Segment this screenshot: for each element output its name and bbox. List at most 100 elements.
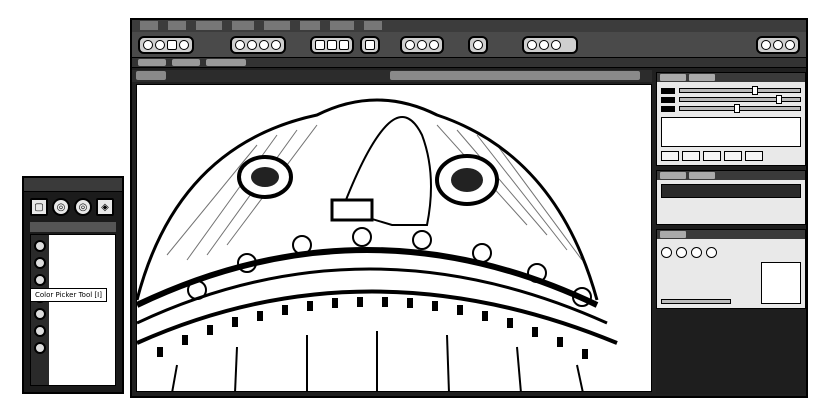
rotate-view-icon[interactable]: [706, 247, 717, 258]
brush-presets: [661, 151, 801, 161]
copy-icon[interactable]: [247, 39, 257, 50]
navigator-controls: [661, 247, 801, 258]
brush-panel-tabs: [657, 73, 805, 82]
smudge-tool-icon[interactable]: [34, 308, 46, 320]
brush-preset[interactable]: [661, 151, 679, 161]
layer-icon[interactable]: [365, 39, 375, 50]
dome-artwork: [137, 98, 618, 391]
save-icon[interactable]: [167, 39, 177, 50]
guides-icon[interactable]: [339, 39, 349, 50]
zoom-in-icon[interactable]: [676, 247, 687, 258]
pressure-curve-graph[interactable]: [661, 117, 801, 147]
layer-tools-icon[interactable]: [360, 35, 380, 54]
menu-help[interactable]: [364, 21, 382, 30]
brush-flow-slider[interactable]: [661, 104, 801, 113]
redo-icon[interactable]: [271, 39, 281, 50]
paste-icon[interactable]: [259, 39, 269, 50]
fit-view-icon[interactable]: [691, 247, 702, 258]
brush-preset[interactable]: [745, 151, 763, 161]
drawing-canvas[interactable]: [136, 84, 652, 392]
layers-tab[interactable]: [660, 172, 686, 179]
color-picker-tooltip: Color Picker Tool [I]: [30, 288, 107, 302]
menu-select[interactable]: [264, 21, 290, 30]
cut-icon[interactable]: [235, 39, 245, 50]
fg-color-icon[interactable]: [527, 39, 537, 50]
oculus-window-left: [237, 155, 293, 199]
brush-panel-body: [657, 82, 805, 165]
window-tools-icon[interactable]: [756, 35, 800, 54]
slider-knob[interactable]: [752, 86, 758, 95]
mirror-icon[interactable]: [429, 39, 439, 50]
slider-knob[interactable]: [776, 95, 782, 104]
close-icon[interactable]: [785, 39, 795, 50]
slider-knob[interactable]: [734, 104, 740, 113]
option-mode[interactable]: [138, 59, 166, 66]
navigator-panel: [656, 229, 806, 309]
oculus-window-right: [435, 154, 499, 206]
selection-tool-icon[interactable]: [34, 342, 46, 354]
navigator-tab[interactable]: [660, 231, 686, 238]
open-icon[interactable]: [155, 39, 165, 50]
brush-tab[interactable]: [660, 74, 686, 81]
pencil-tool-icon[interactable]: [34, 240, 46, 252]
ruler-icon[interactable]: [327, 39, 337, 50]
brush-preset-icon[interactable]: [473, 39, 483, 50]
option-opacity[interactable]: [206, 59, 246, 66]
brush-settings-panel: [656, 72, 806, 166]
tool-options-bar: [132, 58, 806, 68]
menu-window[interactable]: [330, 21, 354, 30]
brush-size-slider[interactable]: [661, 86, 801, 95]
eraser-tool-icon[interactable]: [34, 257, 46, 269]
brush-preset[interactable]: [724, 151, 742, 161]
new-icon[interactable]: [143, 39, 153, 50]
layers-panel: [656, 170, 806, 225]
swap-color-icon[interactable]: [551, 39, 561, 50]
brush-opacity-slider[interactable]: [661, 95, 801, 104]
brush-preset[interactable]: [682, 151, 700, 161]
layers-panel-tabs: [657, 171, 805, 180]
zoom-out-icon[interactable]: [661, 247, 672, 258]
channels-tab[interactable]: [689, 172, 715, 179]
brush-preset[interactable]: [703, 151, 721, 161]
menu-file[interactable]: [140, 21, 158, 30]
brush-icon[interactable]: ▢: [30, 198, 48, 216]
rotate-canvas-icon[interactable]: [417, 39, 427, 50]
rotate-icon[interactable]: ◈: [96, 198, 114, 216]
hand-icon[interactable]: ◎: [74, 198, 92, 216]
menu-image[interactable]: [196, 21, 222, 30]
blur-tool-icon[interactable]: [34, 325, 46, 337]
brush-tools-icon[interactable]: [468, 35, 488, 54]
tool-palette-titlebar[interactable]: [24, 178, 122, 192]
file-tools-icon[interactable]: [138, 35, 194, 54]
document-info-bar: [390, 71, 640, 80]
right-dock: [656, 72, 806, 394]
tool-icon-column: [31, 235, 49, 385]
transform-tools-icon[interactable]: [400, 35, 444, 54]
option-size[interactable]: [172, 59, 200, 66]
view-tools-icon[interactable]: [310, 35, 354, 54]
layer-row[interactable]: [661, 184, 801, 198]
document-tabs: [132, 70, 652, 82]
menu-layer[interactable]: [232, 21, 254, 30]
minimize-icon[interactable]: [761, 39, 771, 50]
tool-palette: ▢ ◎ ◎ ◈: [22, 176, 124, 394]
undo-icon[interactable]: [179, 39, 189, 50]
grid-icon[interactable]: [315, 39, 325, 50]
color-tools-icon[interactable]: [522, 35, 578, 54]
layer-list: [657, 180, 805, 224]
maximize-icon[interactable]: [773, 39, 783, 50]
menu-edit[interactable]: [168, 21, 186, 30]
color-picker-tool-icon[interactable]: [34, 274, 46, 286]
document-tab[interactable]: [136, 71, 166, 80]
navigator-body: [657, 239, 805, 308]
zoom-icon[interactable]: ◎: [52, 198, 70, 216]
color-tab[interactable]: [689, 74, 715, 81]
navigator-preview-row: [661, 262, 801, 304]
menu-view[interactable]: [300, 21, 320, 30]
bg-color-icon[interactable]: [539, 39, 549, 50]
flip-icon[interactable]: [405, 39, 415, 50]
menu-bar: [132, 20, 806, 32]
navigator-thumbnail[interactable]: [761, 262, 801, 304]
zoom-slider[interactable]: [661, 299, 731, 304]
edit-tools-icon[interactable]: [230, 35, 286, 54]
